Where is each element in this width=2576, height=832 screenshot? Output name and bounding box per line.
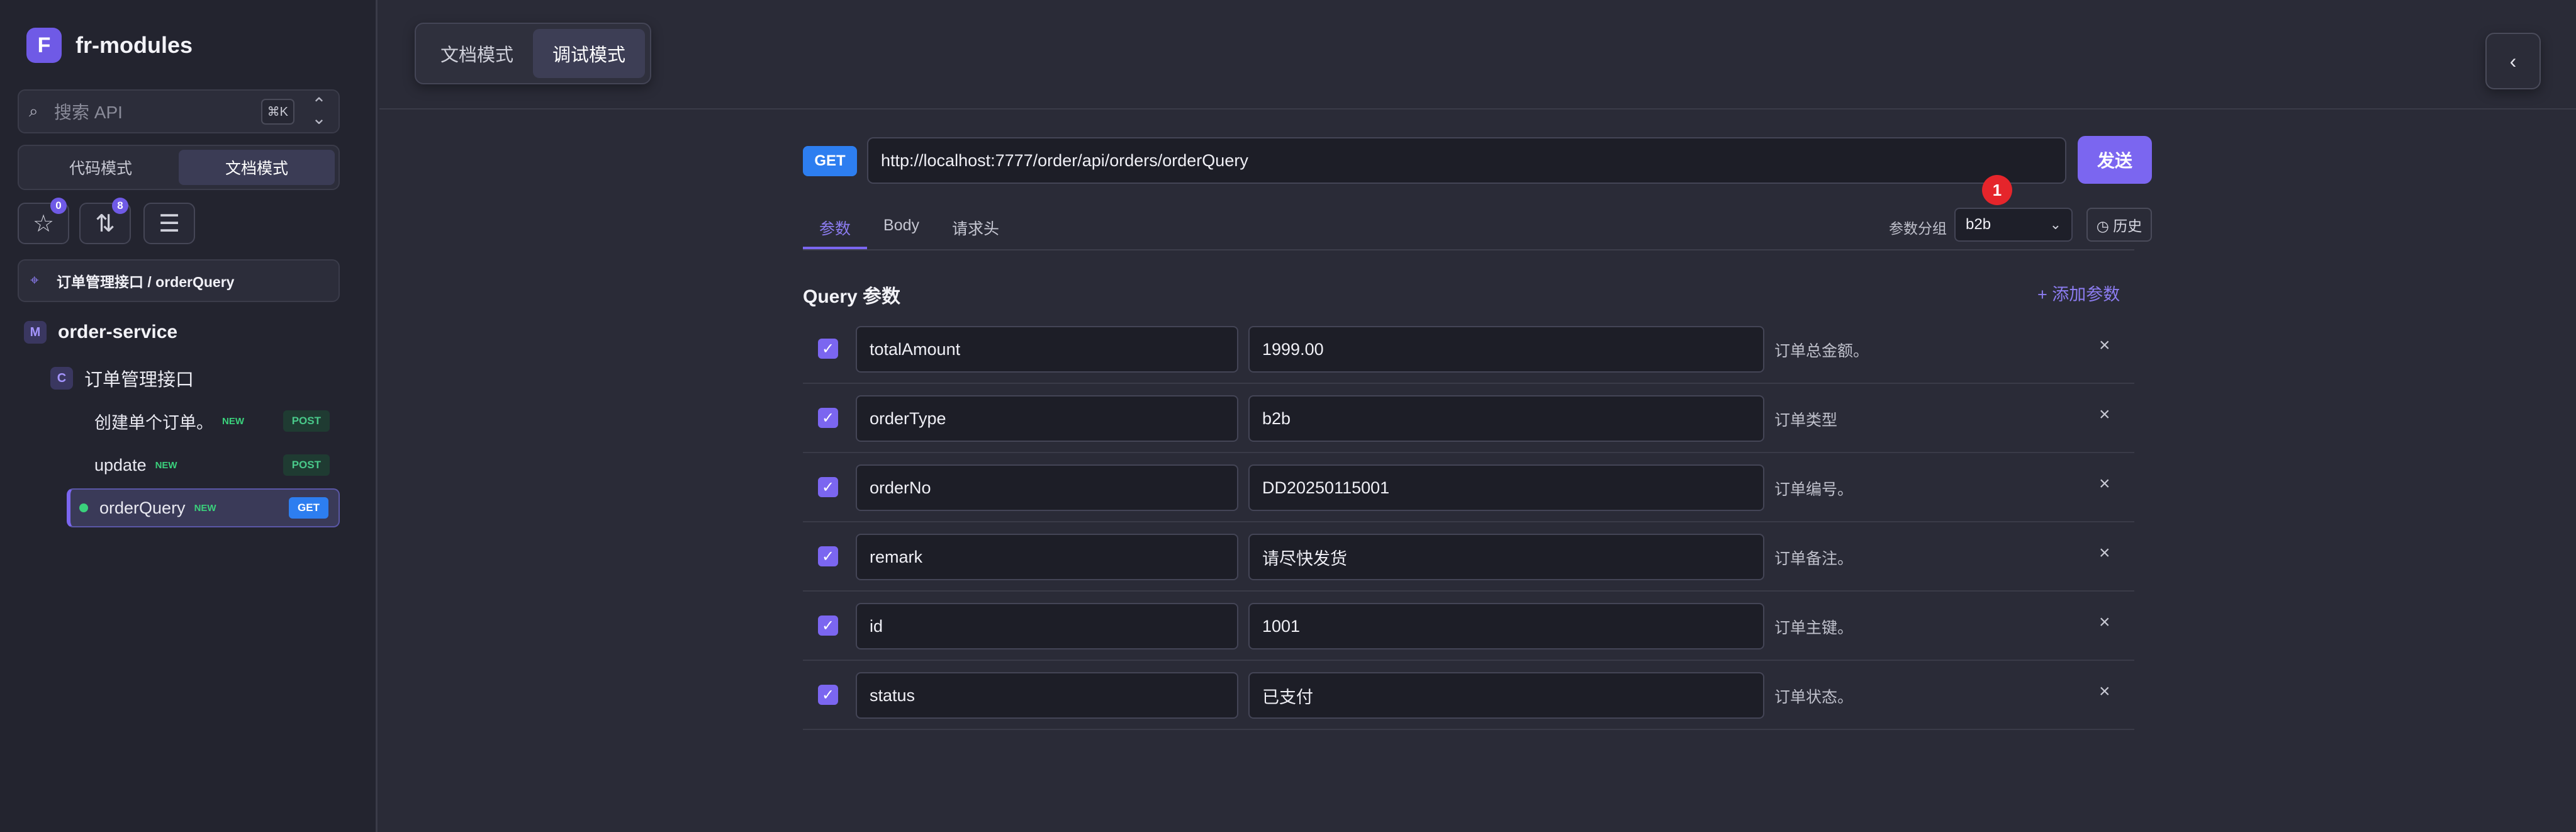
search-shortcut-badge: ⌘K [260, 98, 294, 125]
request-tabs: 参数 Body 请求头 [803, 205, 1016, 249]
param-description: 订单总金额。 [1774, 342, 1869, 360]
sliders-icon: ☰ [158, 210, 181, 237]
notification-badge: 1 [1982, 175, 2012, 205]
new-badge: NEW [194, 502, 216, 514]
mode-code-button[interactable]: 代码模式 [23, 150, 179, 185]
tree-service[interactable]: M order-service [24, 321, 177, 344]
view-mode-switch: 文档模式 调试模式 [415, 23, 651, 84]
search-placeholder[interactable]: 搜索 API [54, 99, 261, 124]
chevron-down-icon: ⌄ [2049, 216, 2061, 232]
star-icon: ☆ [32, 210, 55, 237]
param-checkbox[interactable]: ✓ [818, 616, 838, 636]
sort-button[interactable]: ⇅ 8 [79, 198, 131, 244]
param-name-input[interactable] [856, 672, 1238, 719]
param-row: ✓ 订单编号。 × [803, 453, 2134, 522]
method-badge: POST [283, 410, 330, 432]
method-badge: POST [283, 454, 330, 476]
brand[interactable]: F fr-modules [26, 28, 193, 63]
param-row: ✓ 订单状态。 × [803, 661, 2134, 730]
new-badge: NEW [222, 415, 244, 427]
group-tag: C [50, 367, 73, 390]
service-tag: M [24, 321, 47, 344]
favorites-button[interactable]: ☆ 0 [18, 198, 69, 244]
active-dot-icon [79, 503, 88, 512]
service-name: order-service [58, 322, 178, 342]
sidebar-mode-switch: 代码模式 文档模式 [18, 145, 340, 190]
param-name-input[interactable] [856, 534, 1238, 580]
filter-settings-button[interactable]: ☰ [143, 203, 195, 244]
param-row: ✓ 订单类型 × [803, 384, 2134, 453]
add-param-button[interactable]: + 添加参数 [2037, 281, 2120, 305]
param-name-input[interactable] [856, 464, 1238, 511]
param-description: 订单编号。 [1774, 481, 1854, 498]
url-input[interactable] [867, 137, 2066, 184]
param-name-input[interactable] [856, 603, 1238, 649]
brand-name: fr-modules [76, 32, 193, 58]
sidebar: F fr-modules ⌕ 搜索 API ⌘K ⌃ ⌄ 代码模式 文档模式 ☆ … [0, 0, 378, 832]
group-name: 订单管理接口 [84, 370, 194, 390]
api-name: 创建单个订单。 [94, 413, 213, 432]
collapse-all-icon[interactable]: ⌃ ⌄ [310, 96, 328, 127]
param-description: 订单主键。 [1774, 619, 1854, 637]
request-method-badge[interactable]: GET [803, 146, 857, 176]
param-description: 订单状态。 [1774, 689, 1854, 706]
param-row: ✓ 订单总金额。 × [803, 315, 2134, 384]
brand-logo: F [26, 28, 62, 63]
delete-param-icon[interactable]: × [2099, 335, 2110, 356]
delete-param-icon[interactable]: × [2099, 542, 2110, 564]
collapse-panel-button[interactable]: ‹ [2485, 33, 2541, 89]
param-group-value: b2b [1966, 216, 1991, 233]
param-value-input[interactable] [1248, 534, 1764, 580]
api-name: orderQuery [99, 498, 186, 517]
api-name: update [94, 455, 147, 475]
view-doc-button[interactable]: 文档模式 [421, 29, 533, 78]
param-checkbox[interactable]: ✓ [818, 685, 838, 705]
sort-count-badge: 8 [112, 198, 128, 214]
param-value-input[interactable] [1248, 395, 1764, 442]
delete-param-icon[interactable]: × [2099, 612, 2110, 633]
param-value-input[interactable] [1248, 672, 1764, 719]
param-row: ✓ 订单主键。 × [803, 592, 2134, 661]
param-checkbox[interactable]: ✓ [818, 477, 838, 497]
api-item-order-query[interactable]: orderQuery NEW GET [67, 488, 340, 527]
tree-group[interactable]: C 订单管理接口 [50, 365, 194, 391]
delete-param-icon[interactable]: × [2099, 473, 2110, 495]
param-name-input[interactable] [856, 395, 1238, 442]
delete-param-icon[interactable]: × [2099, 404, 2110, 425]
search-box[interactable]: ⌕ 搜索 API ⌘K ⌃ ⌄ [18, 89, 340, 133]
param-description: 订单类型 [1774, 412, 1838, 429]
param-group-select[interactable]: b2b ⌄ [1954, 208, 2073, 242]
query-section-title: Query 参数 [803, 286, 901, 307]
locate-icon: ⌖ [30, 272, 39, 289]
mode-doc-button[interactable]: 文档模式 [179, 150, 335, 185]
param-value-input[interactable] [1248, 603, 1764, 649]
param-description: 订单备注。 [1774, 550, 1854, 568]
param-value-input[interactable] [1248, 464, 1764, 511]
search-icon: ⌕ [29, 101, 38, 120]
view-debug-button[interactable]: 调试模式 [533, 29, 645, 78]
new-badge: NEW [155, 459, 177, 471]
param-row: ✓ 订单备注。 × [803, 522, 2134, 592]
api-item-create-order[interactable]: 创建单个订单。 NEW POST [67, 402, 340, 441]
top-bar: 文档模式 调试模式 ‹ [379, 0, 2576, 110]
param-value-input[interactable] [1248, 326, 1764, 373]
breadcrumb[interactable]: ⌖ 订单管理接口 / orderQuery [18, 259, 340, 302]
param-checkbox[interactable]: ✓ [818, 546, 838, 566]
send-button[interactable]: 发送 [2078, 136, 2152, 184]
favorites-count-badge: 0 [50, 198, 67, 214]
api-item-update[interactable]: update NEW POST [67, 446, 340, 485]
tab-headers[interactable]: 请求头 [936, 205, 1016, 249]
sort-arrows-icon: ⇅ [95, 210, 115, 237]
delete-param-icon[interactable]: × [2099, 681, 2110, 702]
tab-body[interactable]: Body [867, 205, 936, 249]
breadcrumb-text: 订单管理接口 / orderQuery [57, 274, 235, 290]
tab-params[interactable]: 参数 [803, 205, 868, 249]
method-badge: GET [289, 497, 328, 519]
param-group-label: 参数分组 [1889, 220, 1947, 237]
param-checkbox[interactable]: ✓ [818, 339, 838, 359]
param-name-input[interactable] [856, 326, 1238, 373]
tabs-divider [803, 249, 2134, 250]
param-checkbox[interactable]: ✓ [818, 408, 838, 428]
history-button[interactable]: ◷ 历史 [2086, 208, 2152, 242]
